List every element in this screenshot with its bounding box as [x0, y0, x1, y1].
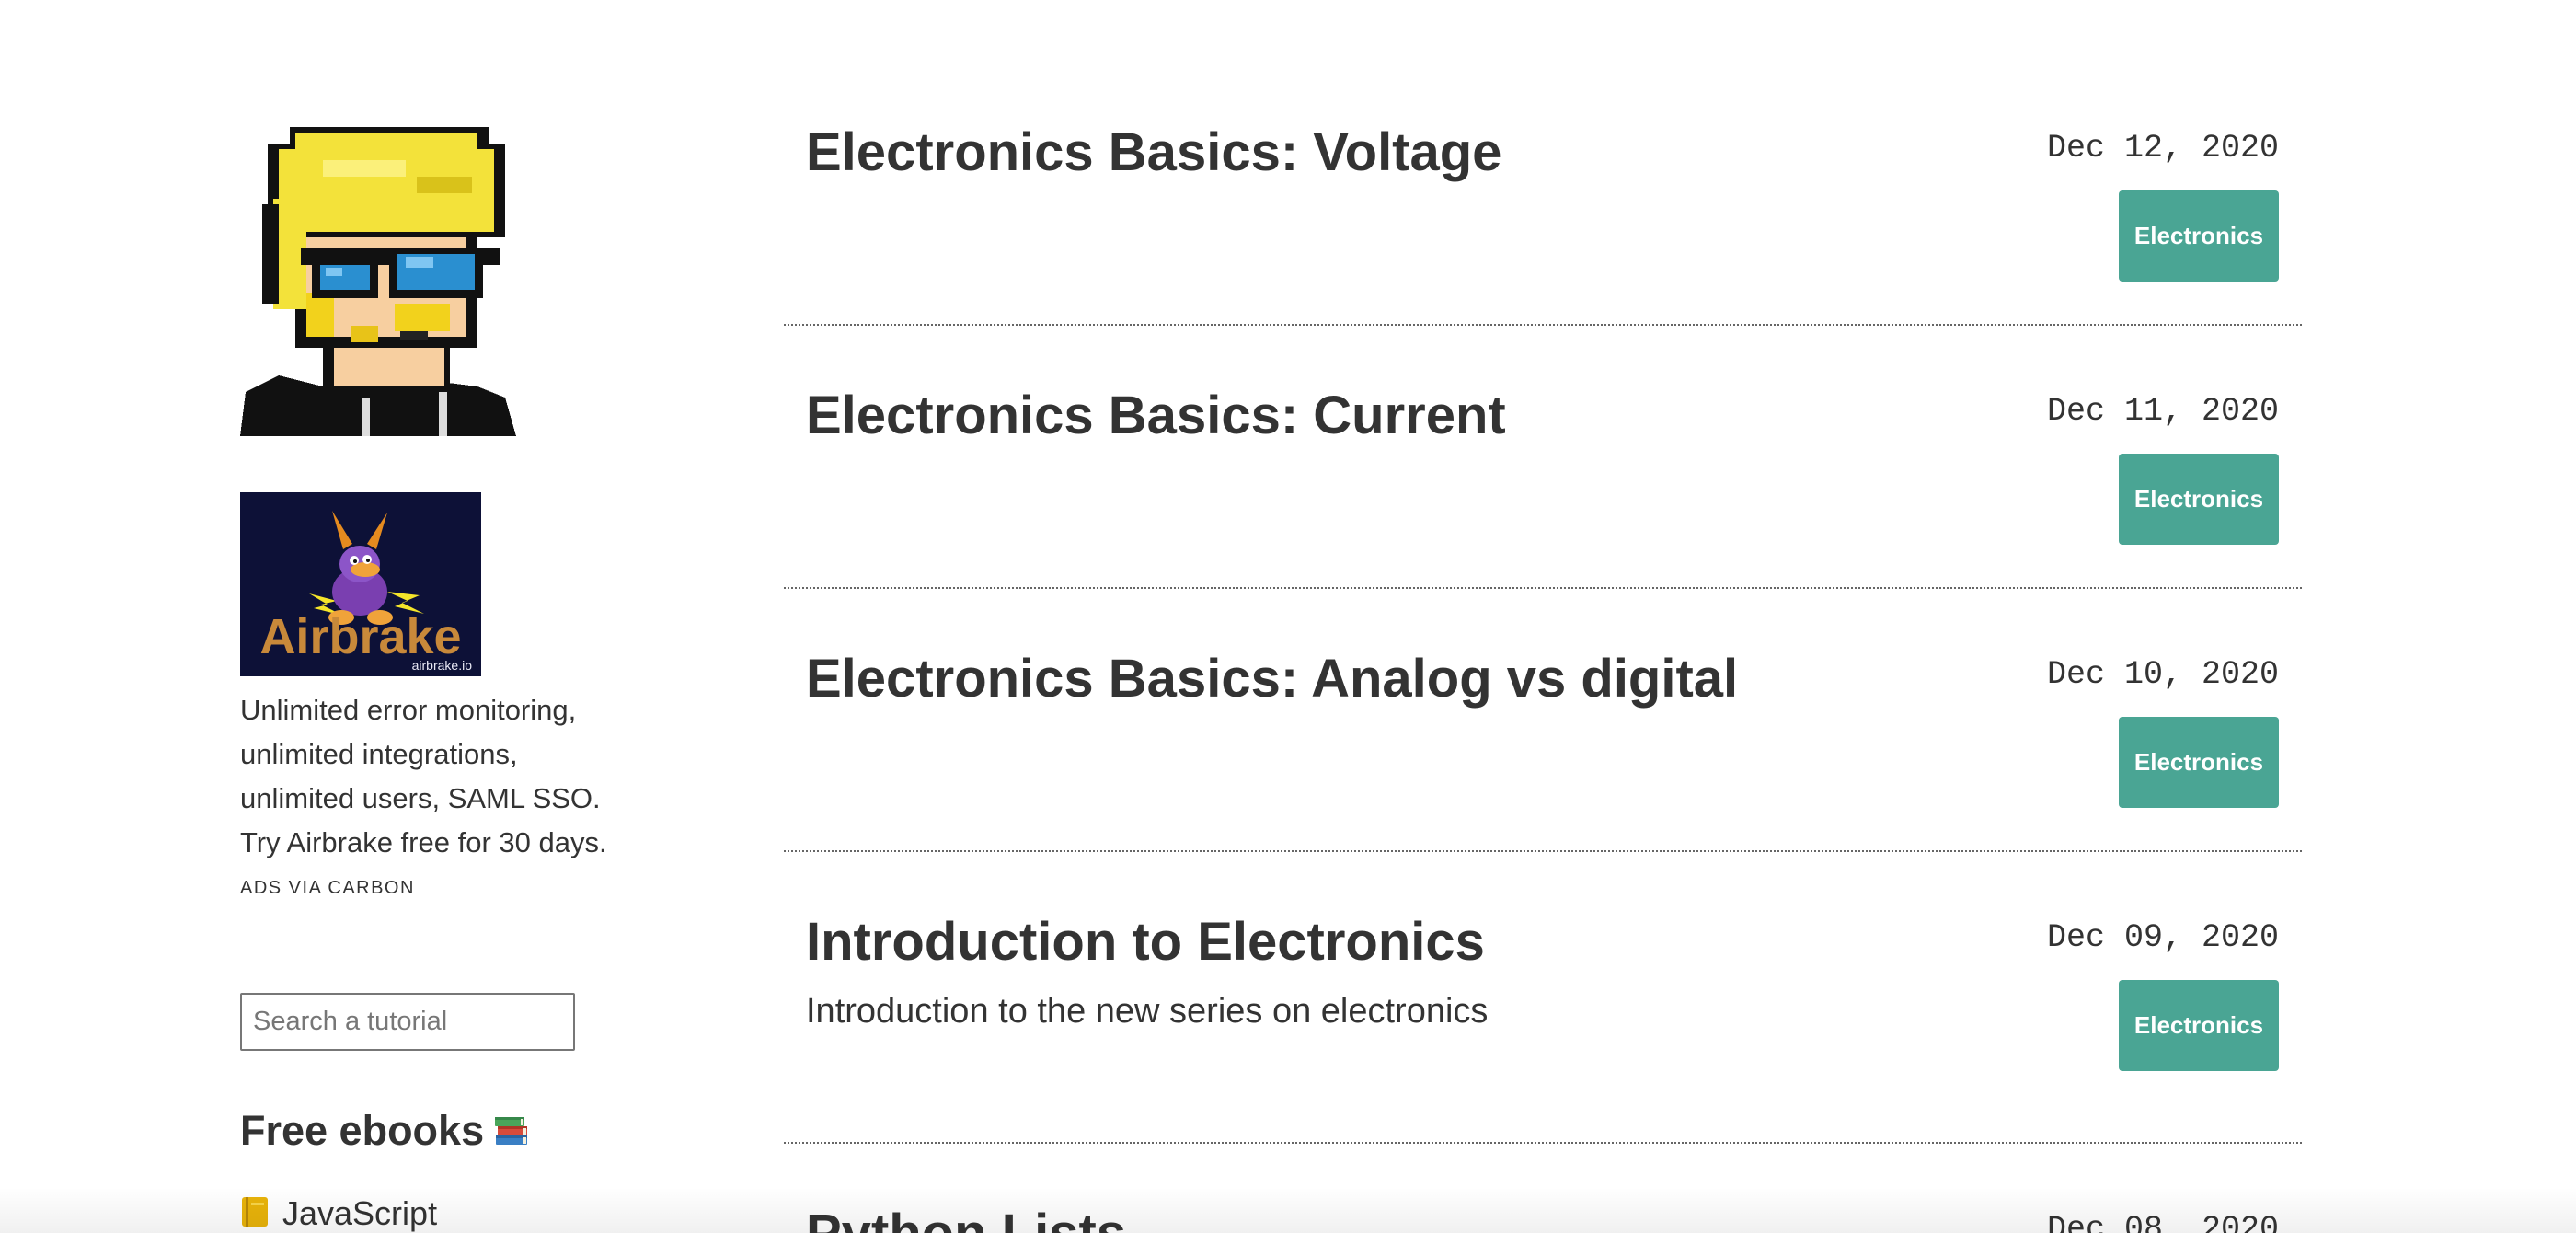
tag-button-electronics[interactable]: Electronics [2119, 980, 2279, 1071]
ad-text[interactable]: Unlimited error monitoring, unlimited in… [240, 688, 627, 865]
ledger-book-icon [242, 1197, 268, 1227]
tag-button-electronics[interactable]: Electronics [2119, 717, 2279, 808]
post-title-link[interactable]: Electronics Basics: Voltage [806, 121, 1501, 185]
svg-text:airbrake.io: airbrake.io [412, 658, 473, 673]
post-item: Electronics Basics: Current Dec 11, 2020… [784, 384, 2302, 589]
free-ebooks-heading-text: Free ebooks [240, 1107, 485, 1154]
svg-text:Airbrake: Airbrake [259, 609, 461, 664]
post-item: Electronics Basics: Voltage Dec 12, 2020… [784, 121, 2302, 326]
post-title-link[interactable]: Python Lists [806, 1202, 1126, 1233]
ads-via-carbon-link[interactable]: ADS VIA CARBON [240, 878, 415, 899]
airbrake-logo: Airbrake airbrake.io [240, 492, 481, 676]
ebook-label: JavaScript [282, 1194, 438, 1232]
ebook-link-javascript[interactable]: JavaScript [240, 1194, 437, 1233]
tag-button-electronics[interactable]: Electronics [2119, 454, 2279, 545]
tag-button-electronics[interactable]: Electronics [2119, 190, 2279, 282]
sidebar: Airbrake airbrake.io Unlimited error mon… [240, 0, 645, 1233]
post-date: Dec 10, 2020 [2046, 656, 2279, 693]
post-title-link[interactable]: Electronics Basics: Analog vs digital [806, 647, 1738, 711]
post-date: Dec 08, 2020 [2046, 1211, 2279, 1233]
post-description: Introduction to the new series on electr… [806, 992, 1489, 1031]
post-item: Python Lists Dec 08, 2020 [784, 1202, 2302, 1233]
post-list: Electronics Basics: Voltage Dec 12, 2020… [784, 0, 2302, 1233]
post-item: Electronics Basics: Analog vs digital De… [784, 647, 2302, 852]
post-title-link[interactable]: Introduction to Electronics [806, 910, 1485, 974]
post-date: Dec 11, 2020 [2046, 393, 2279, 430]
free-ebooks-heading: Free ebooks [240, 1107, 530, 1155]
avatar [240, 127, 516, 436]
post-date: Dec 12, 2020 [2046, 130, 2279, 167]
post-title-link[interactable]: Electronics Basics: Current [806, 384, 1506, 448]
post-item: Introduction to Electronics Introduction… [784, 910, 2302, 1144]
search-input[interactable] [240, 993, 575, 1051]
ad-image[interactable]: Airbrake airbrake.io [240, 492, 481, 676]
post-date: Dec 09, 2020 [2046, 919, 2279, 956]
books-icon [495, 1117, 528, 1145]
